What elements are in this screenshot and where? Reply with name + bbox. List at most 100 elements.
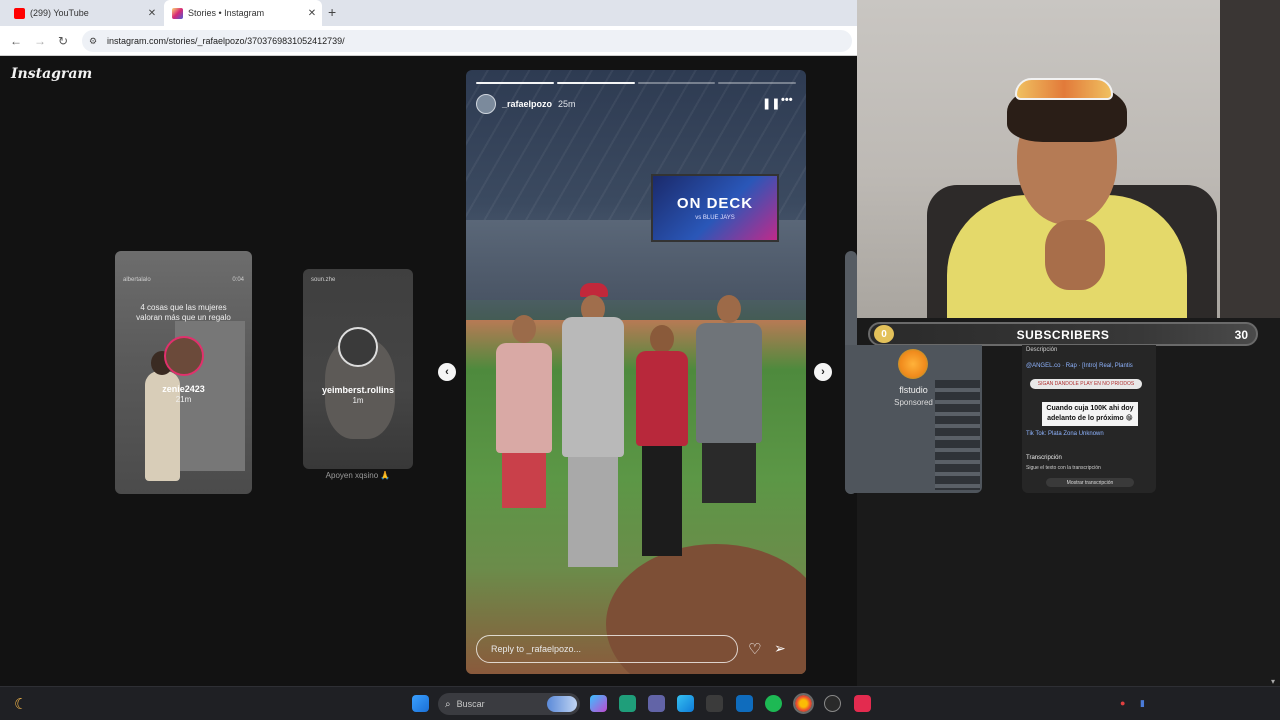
- heart-icon[interactable]: ♡: [748, 640, 761, 658]
- flstudio-icon: [898, 349, 928, 379]
- story-progress: [476, 82, 796, 84]
- cam-hand: [1045, 220, 1105, 290]
- chevron-down-icon[interactable]: ▾: [1271, 677, 1275, 686]
- search-icon: ⌕: [445, 698, 451, 710]
- outlook-icon[interactable]: [736, 695, 753, 712]
- story-username: yeimberst.rollins: [321, 385, 395, 395]
- tab-youtube[interactable]: (299) YouTube ✕: [6, 0, 162, 26]
- scoreboard-subtitle: vs BLUE JAYS: [695, 215, 735, 221]
- story-username: flstudio: [899, 385, 928, 395]
- story-top-time: 0:04: [232, 277, 244, 283]
- story-time: 25m: [558, 99, 576, 109]
- chrome-icon[interactable]: [793, 693, 814, 714]
- subscriber-goal: 30: [1234, 328, 1248, 342]
- close-icon[interactable]: ✕: [146, 8, 158, 19]
- description-header: Descripción: [1026, 347, 1058, 353]
- avatar[interactable]: [476, 94, 496, 114]
- story-progress-segment: [476, 82, 554, 84]
- next-story-button[interactable]: ›: [814, 363, 832, 381]
- description-note: Cuando cuja 100K ahi doy adelanto de lo …: [1042, 402, 1138, 426]
- teams-icon[interactable]: [648, 695, 665, 712]
- transcript-sub: Sigue el texto con la transcripción: [1026, 465, 1101, 471]
- story-top-user: soun.zhe: [311, 277, 336, 283]
- side-story-yeimberst[interactable]: soun.zhe yeimberst.rollins 1m: [303, 269, 413, 469]
- avatar: [338, 327, 378, 367]
- tray-mic-icon[interactable]: ▮: [1140, 698, 1145, 709]
- taskbar-search[interactable]: ⌕ Buscar: [438, 693, 580, 715]
- tiktok-icon[interactable]: [854, 695, 871, 712]
- pause-icon[interactable]: ❚❚: [762, 97, 780, 110]
- scoreboard: ON DECK vs BLUE JAYS: [651, 174, 779, 242]
- weather-moon-icon[interactable]: ☾: [14, 695, 27, 713]
- edge-icon[interactable]: [677, 695, 694, 712]
- person: [562, 283, 624, 585]
- story-time: 21m: [175, 395, 192, 404]
- story-username[interactable]: _rafaelpozo: [502, 99, 552, 109]
- person: [496, 315, 552, 585]
- tab-title: Stories • Instagram: [188, 8, 265, 18]
- taskbar: ☾ ⌕ Buscar ● ▮: [0, 686, 1280, 720]
- sponsored-label: Sponsored: [894, 398, 933, 407]
- group-photo: [496, 283, 786, 585]
- story-progress-segment: [556, 82, 635, 84]
- capcut-icon[interactable]: [706, 695, 723, 712]
- copilot-icon[interactable]: [590, 695, 607, 712]
- avatar: [163, 336, 204, 376]
- screen: (299) YouTube ✕ Stories • Instagram ✕ + …: [0, 0, 1280, 720]
- side-story-description[interactable]: Descripción @ANGEL.co · Rap · [Intro] Re…: [1022, 345, 1156, 493]
- description-chip: SIGAN DANDOLE PLAY EN NO PRIODOS: [1030, 379, 1142, 389]
- description-line: Tik Tok: Plata Zona Unknown: [1026, 431, 1104, 437]
- obs-icon[interactable]: [824, 695, 841, 712]
- forward-icon[interactable]: →: [34, 34, 46, 48]
- address-bar[interactable]: ⚙ instagram.com/stories/_rafaelpozo/3703…: [82, 30, 852, 52]
- xbox-icon[interactable]: [619, 695, 636, 712]
- story-caption: Apoyen xqsino 🙏: [325, 471, 391, 480]
- url-text[interactable]: instagram.com/stories/_rafaelpozo/370376…: [107, 36, 345, 46]
- previous-story-button[interactable]: ‹: [438, 363, 456, 381]
- back-icon[interactable]: ←: [10, 34, 22, 48]
- side-story-zenie2423[interactable]: albertalalo 0:04 4 cosas que las mujeres…: [115, 251, 252, 494]
- instagram-stories-page: Instagram albertalalo 0:04 4 cosas que l…: [0, 56, 857, 686]
- tray-record-icon[interactable]: ●: [1120, 698, 1125, 708]
- show-transcript-button[interactable]: Mostrar transcripción: [1046, 478, 1134, 487]
- note-line: Cuando cuja 100K ahi doy: [1046, 405, 1134, 412]
- spotify-icon[interactable]: [765, 695, 782, 712]
- close-icon[interactable]: ✕: [306, 8, 318, 19]
- description-line: @ANGEL.co · Rap · [Intro] Real, Plantis: [1026, 363, 1133, 369]
- more-options-icon[interactable]: •••: [781, 94, 793, 106]
- story-time: 1m: [352, 396, 364, 405]
- reload-icon[interactable]: ↻: [58, 34, 68, 48]
- story-top-user: albertalalo: [123, 277, 151, 283]
- story-progress-segment: [637, 82, 716, 84]
- side-story-flstudio[interactable]: flstudio Sponsored: [845, 345, 982, 493]
- subscriber-label: SUBSCRIBERS: [1016, 328, 1110, 342]
- scrollbar[interactable]: ▾: [1270, 318, 1280, 686]
- address-toolbar: ← → ↻ ⚙ instagram.com/stories/_rafaelpoz…: [0, 26, 857, 56]
- story-progress-segment: [718, 82, 796, 84]
- tab-instagram[interactable]: Stories • Instagram ✕: [164, 0, 322, 26]
- subscriber-goal-bar: 0 SUBSCRIBERS 30: [868, 322, 1258, 346]
- webcam-overlay: [857, 0, 1280, 318]
- story-header: _rafaelpozo 25m ❚❚ •••: [476, 94, 796, 114]
- instagram-logo[interactable]: Instagram: [11, 66, 92, 82]
- site-info-icon[interactable]: ⚙: [89, 36, 99, 47]
- story-caption: 4 cosas que las mujeres valoran más que …: [136, 303, 231, 322]
- tab-title: (299) YouTube: [30, 8, 89, 18]
- chevron-left-icon: ‹: [445, 366, 449, 378]
- person: [636, 325, 688, 585]
- main-story[interactable]: ON DECK vs BLUE JAYS _rafaelpozo 25m ❚❚ …: [466, 70, 806, 674]
- reply-input[interactable]: Reply to _rafaelpozo...: [476, 635, 738, 663]
- windows-start-icon[interactable]: [412, 695, 429, 712]
- new-tab-icon[interactable]: +: [328, 4, 336, 20]
- search-input[interactable]: Buscar: [457, 699, 485, 709]
- scoreboard-title: ON DECK: [676, 195, 754, 212]
- story-username: zenie2423: [162, 384, 205, 394]
- cam-background: [1220, 0, 1280, 318]
- note-line: adelanto de lo próximo 😁: [1047, 415, 1133, 422]
- cam-sunglasses: [1015, 78, 1113, 100]
- instagram-icon: [172, 7, 183, 19]
- search-highlight-icon: [547, 696, 577, 712]
- tab-bar: (299) YouTube ✕ Stories • Instagram ✕ +: [0, 0, 857, 26]
- send-icon[interactable]: ➢: [774, 640, 786, 657]
- chevron-right-icon: ›: [821, 366, 825, 378]
